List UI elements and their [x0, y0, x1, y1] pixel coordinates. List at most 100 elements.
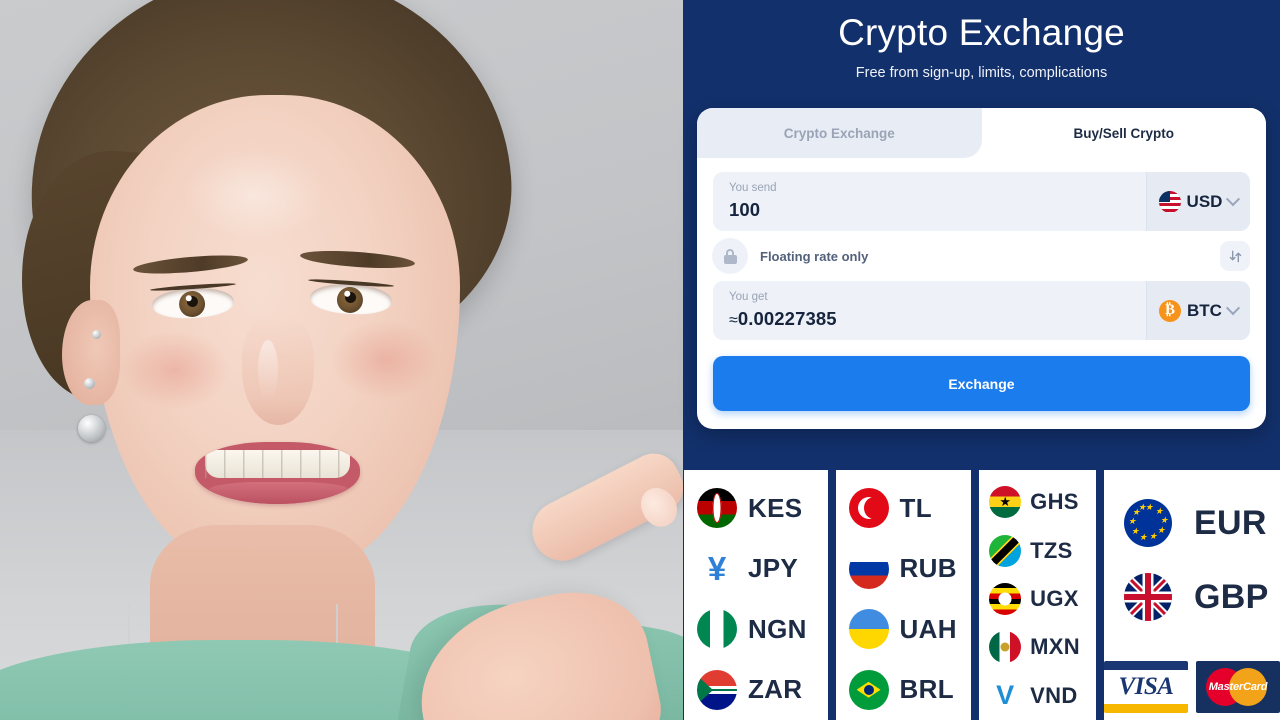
you-send-field: You send 100 USD	[713, 172, 1250, 232]
you-send-label: You send	[729, 182, 777, 195]
lower-lip	[209, 482, 349, 504]
cheek-right	[330, 320, 440, 400]
bitcoin-icon: ₿	[1159, 299, 1182, 322]
flag-nigeria-icon	[697, 609, 737, 650]
forehead-highlight	[185, 150, 325, 240]
mouth	[195, 442, 360, 504]
cheek-left	[120, 330, 230, 410]
tab-buy-sell-crypto-label: Buy/Sell Crypto	[1073, 125, 1175, 141]
you-send-amount-wrap[interactable]: You send 100	[713, 172, 1146, 231]
currency-code: UAH	[899, 613, 957, 644]
currency-code: MXN	[1030, 634, 1080, 660]
get-currency-selector[interactable]: ₿ BTC	[1146, 281, 1250, 341]
currency-code: TL	[899, 492, 932, 523]
tab-crypto-exchange-label: Crypto Exchange	[783, 125, 895, 141]
nose-highlight	[258, 340, 278, 400]
you-send-input[interactable]: 100	[729, 199, 1146, 221]
rate-mode-label: Floating rate only	[760, 248, 869, 264]
get-currency-code: BTC	[1187, 300, 1222, 320]
you-get-value-wrap: ≈0.00227385	[729, 308, 1146, 330]
page-title: Crypto Exchange	[838, 12, 1125, 53]
currency-item-vnd[interactable]: V VND	[979, 672, 1096, 720]
nose	[242, 315, 314, 425]
currency-column-4: ★ ★ ★ ★ ★ ★ ★ ★ ★ ★ EUR GBP	[1103, 478, 1280, 645]
approx-sign: ≈	[729, 312, 738, 330]
promo-panel: Crypto Exchange Free from sign-up, limit…	[683, 0, 1280, 720]
ear	[62, 300, 120, 405]
currency-code: ZAR	[748, 674, 803, 705]
tab-crypto-exchange[interactable]: Crypto Exchange	[697, 108, 982, 159]
currency-column-3: GHS TZS UGX MXN V VND	[979, 470, 1096, 720]
visa-label: VISA	[1118, 672, 1174, 700]
currency-code: NGN	[748, 613, 807, 644]
flag-ghana-icon	[989, 486, 1022, 519]
currency-column-1: KES ¥ JPY NGN ZAR	[684, 470, 828, 720]
flag-uk-icon	[1123, 573, 1172, 621]
send-currency-selector[interactable]: USD	[1146, 172, 1250, 232]
currency-item-ngn[interactable]: NGN	[684, 599, 828, 660]
chevron-down-icon	[1225, 300, 1241, 315]
flag-uganda-icon	[989, 583, 1022, 616]
currency-item-tl[interactable]: TL	[836, 478, 972, 539]
flag-turkey-icon	[848, 488, 889, 529]
flag-eu-icon: ★ ★ ★ ★ ★ ★ ★ ★ ★ ★	[1123, 499, 1172, 547]
currency-item-tzs[interactable]: TZS	[979, 526, 1096, 574]
you-get-amount-wrap[interactable]: You get ≈0.00227385	[713, 281, 1146, 340]
visa-logo-icon: VISA	[1103, 660, 1188, 713]
flag-tanzania-icon	[989, 534, 1022, 567]
currency-item-jpy[interactable]: ¥ JPY	[684, 539, 828, 600]
flag-ukraine-icon	[848, 609, 889, 650]
currency-item-kes[interactable]: KES	[684, 478, 828, 539]
currency-item-rub[interactable]: RUB	[836, 539, 972, 600]
currency-item-brl[interactable]: BRL	[836, 660, 972, 720]
lock-icon[interactable]	[712, 238, 748, 275]
payment-methods: VISA MasterCard	[1103, 653, 1280, 720]
currency-item-mxn[interactable]: MXN	[979, 623, 1096, 671]
currency-item-ugx[interactable]: UGX	[979, 575, 1096, 623]
flag-kenya-icon	[697, 488, 737, 529]
you-get-label: You get	[729, 291, 768, 304]
dong-symbol-icon: V	[996, 680, 1015, 711]
page-subtitle: Free from sign-up, limits, complications	[855, 65, 1108, 82]
currency-item-zar[interactable]: ZAR	[684, 660, 828, 720]
mastercard-logo-icon: MasterCard	[1195, 660, 1280, 713]
currency-column-4-wrap: ★ ★ ★ ★ ★ ★ ★ ★ ★ ★ EUR GBP VISA MasterC…	[1103, 470, 1280, 720]
widget-body: You send 100 USD Floating rate only You …	[697, 158, 1266, 429]
currency-code: EUR	[1193, 503, 1267, 542]
currency-code: RUB	[899, 553, 957, 584]
currency-item-ghs[interactable]: GHS	[979, 478, 1096, 526]
screen: Crypto Exchange Free from sign-up, limit…	[0, 0, 1280, 720]
currency-item-uah[interactable]: UAH	[836, 599, 972, 660]
send-currency-code: USD	[1186, 191, 1223, 211]
teeth	[205, 450, 350, 478]
earring-small	[84, 378, 95, 389]
swap-arrows-icon[interactable]	[1220, 241, 1250, 272]
us-flag-icon	[1158, 190, 1181, 213]
currency-item-eur[interactable]: ★ ★ ★ ★ ★ ★ ★ ★ ★ ★ EUR	[1104, 486, 1280, 560]
flag-brazil-icon	[848, 669, 889, 710]
currency-code: UGX	[1030, 586, 1079, 612]
currency-code: VND	[1030, 682, 1078, 708]
currency-code: GHS	[1030, 489, 1079, 515]
currency-item-gbp[interactable]: GBP	[1104, 560, 1280, 634]
currency-column-2: TL RUB UAH BRL	[835, 470, 972, 720]
earring-helix	[92, 330, 101, 339]
earring-stud	[78, 415, 105, 442]
exchange-button-label: Exchange	[948, 375, 1015, 392]
currency-code: KES	[748, 492, 803, 523]
flag-south-africa-icon	[697, 669, 737, 710]
you-get-field: You get ≈0.00227385 ₿ BTC	[713, 281, 1250, 341]
currency-code: GBP	[1193, 577, 1269, 616]
currency-code: TZS	[1030, 537, 1073, 563]
rate-row: Floating rate only	[712, 231, 1250, 281]
you-get-value: 0.00227385	[737, 308, 837, 330]
exchange-button[interactable]: Exchange	[713, 356, 1250, 412]
yen-symbol-icon: ¥	[707, 549, 727, 587]
mastercard-label: MasterCard	[1208, 680, 1268, 693]
tab-buy-sell-crypto[interactable]: Buy/Sell Crypto	[981, 108, 1266, 159]
flag-russia-icon	[848, 548, 889, 589]
currency-strip: KES ¥ JPY NGN ZAR TL RUB UAH BRL ★ GHS T…	[683, 470, 1280, 720]
panel-header: Crypto Exchange Free from sign-up, limit…	[683, 0, 1280, 81]
currency-code: BRL	[899, 674, 954, 705]
widget-tabs: Crypto Exchange Buy/Sell Crypto	[697, 108, 1266, 159]
